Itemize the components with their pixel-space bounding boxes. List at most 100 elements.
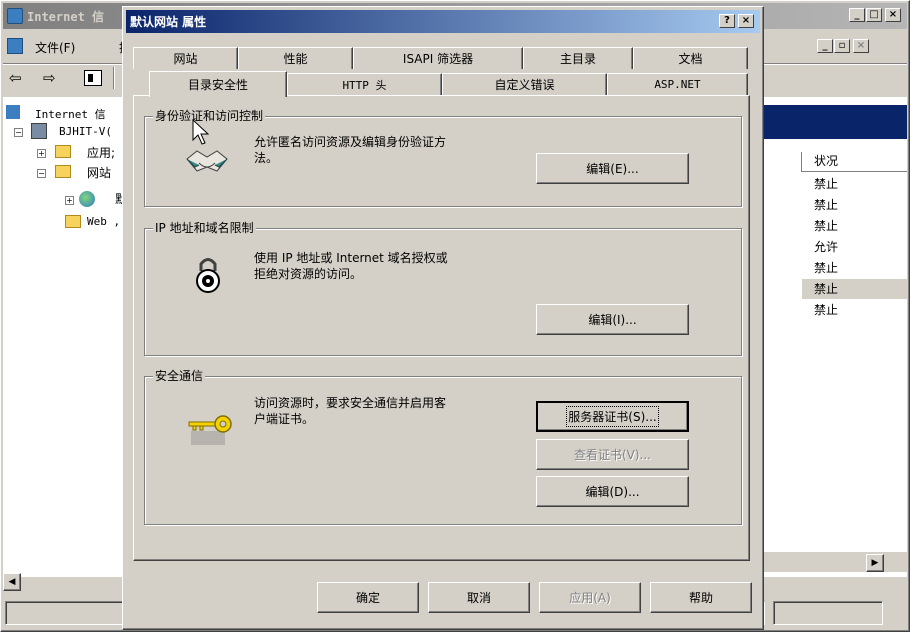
server-certificate-button[interactable]: 服务器证书(S)... [536, 401, 689, 432]
secure-edit-button[interactable]: 编辑(D)... [536, 476, 689, 507]
menu-file[interactable]: 文件(F) [35, 39, 75, 56]
status-cell: 禁止 [814, 177, 839, 191]
horizontal-scrollbar[interactable]: ▶ [756, 552, 907, 572]
minimize-button[interactable]: _ [849, 8, 865, 22]
view-certificate-button[interactable]: 查看证书(V)... [536, 439, 689, 470]
ip-group-title: IP 地址和域名限制 [153, 221, 256, 235]
table-row[interactable]: 禁止 [802, 216, 907, 236]
dialog-close-button[interactable]: × [738, 14, 754, 28]
tab-label: ASP.NET [654, 78, 701, 91]
list-pane[interactable]: 状况 禁止 禁止 禁止 允许 禁止 禁止 禁止 [756, 97, 907, 577]
status-header-label: 状况 [814, 154, 839, 168]
folder-icon [55, 145, 71, 158]
expand-icon[interactable]: + [37, 149, 46, 158]
secure-group-title: 安全通信 [153, 369, 206, 383]
secure-desc-line1: 访问资源时，要求安全通信并启用客 [254, 396, 447, 410]
key-icon [187, 409, 239, 449]
button-label: 编辑(D)... [585, 485, 640, 499]
tree-server[interactable]: BJHIT-V( [59, 125, 112, 138]
table-row[interactable]: 允许 [802, 237, 907, 257]
tab-website[interactable]: 网站 [133, 47, 238, 69]
globe-icon [79, 191, 95, 207]
scroll-left-button[interactable]: ◀ [3, 573, 21, 591]
help-button[interactable]: ? [719, 14, 735, 28]
ok-button[interactable]: 确定 [317, 582, 419, 613]
auth-desc-line2: 法。 [254, 151, 279, 165]
tab-http-headers[interactable]: HTTP 头 [287, 73, 442, 95]
button-label: 服务器证书(S)... [566, 406, 659, 427]
table-row[interactable]: 禁止 [802, 279, 907, 299]
table-row[interactable]: 禁止 [802, 174, 907, 194]
cancel-button[interactable]: 取消 [428, 582, 530, 613]
secure-desc-line2: 户端证书。 [254, 412, 315, 426]
main-window-title: Internet 信 [27, 10, 105, 24]
auth-description: 允许匿名访问资源及编辑身份验证方 法。 [254, 134, 534, 166]
scroll-right-button[interactable]: ▶ [866, 554, 884, 572]
status-bar-panel [773, 601, 883, 625]
collapse-icon[interactable]: − [14, 128, 23, 137]
tab-asp-net[interactable]: ASP.NET [607, 73, 748, 95]
tab-label: 文档 [678, 52, 703, 66]
table-row[interactable]: 禁止 [802, 195, 907, 215]
tab-custom-errors[interactable]: 自定义错误 [442, 73, 607, 95]
tree-websites[interactable]: 网站 [87, 164, 111, 181]
tab-label: 主目录 [559, 52, 596, 66]
tree-app-pools[interactable]: 应用; [87, 144, 115, 161]
tree-root[interactable]: Internet 信 [35, 106, 106, 122]
auth-edit-button[interactable]: 编辑(E)... [536, 153, 689, 184]
status-cell: 禁止 [814, 198, 839, 212]
expand-icon[interactable]: + [65, 196, 74, 205]
ip-edit-button[interactable]: 编辑(I)... [536, 304, 689, 335]
child-minimize-button[interactable]: _ [817, 39, 833, 53]
ip-description: 使用 IP 地址或 Internet 域名授权或 拒绝对资源的访问。 [254, 250, 554, 282]
status-cell: 禁止 [814, 261, 839, 275]
close-button[interactable]: × [885, 8, 901, 22]
server-icon [31, 123, 47, 139]
back-arrow-icon[interactable]: ⇦ [9, 69, 22, 87]
collapse-icon[interactable]: − [37, 169, 46, 178]
tab-label: 目录安全性 [187, 78, 248, 92]
tab-label: HTTP 头 [342, 78, 387, 92]
help-glyph: ? [724, 15, 730, 26]
status-cell: 禁止 [814, 282, 839, 296]
button-label: 帮助 [688, 591, 713, 605]
mouse-cursor-icon [192, 118, 212, 147]
button-label: 确定 [355, 591, 380, 605]
apply-button[interactable]: 应用(A) [539, 582, 641, 613]
tab-label: 性能 [283, 52, 308, 66]
tab-label: ISAPI 筛选器 [402, 52, 474, 66]
tab-documents[interactable]: 文档 [633, 47, 748, 69]
auth-desc-line1: 允许匿名访问资源及编辑身份验证方 [254, 135, 447, 149]
help-footer-button[interactable]: 帮助 [650, 582, 752, 613]
tab-directory-security[interactable]: 目录安全性 [149, 71, 287, 97]
tab-performance[interactable]: 性能 [238, 47, 353, 69]
tab-label: 自定义错误 [494, 78, 555, 92]
child-close-button[interactable]: × [853, 39, 869, 53]
dialog-title: 默认网站 属性 [130, 15, 207, 29]
folder-icon [65, 215, 81, 228]
show-hide-tree-icon[interactable] [84, 70, 102, 86]
folder-icon [55, 165, 71, 178]
tree-pane[interactable]: Internet 信 − BJHIT-V( + 应用; − 网站 + 默 Web… [3, 97, 131, 577]
iis-root-icon [6, 105, 20, 119]
padlock-icon [194, 255, 222, 293]
button-label: 编辑(E)... [586, 162, 639, 176]
properties-dialog: 默认网站 属性 ? × 网站 性能 ISAPI 筛选器 主目录 文档 目录安全性… [122, 6, 764, 630]
ip-group: IP 地址和域名限制 [144, 221, 742, 356]
table-row[interactable]: 禁止 [802, 300, 907, 320]
status-column-header[interactable]: 状况 [801, 152, 907, 172]
child-restore-button[interactable]: ▫ [834, 39, 850, 53]
tree-web-ext[interactable]: Web , [87, 215, 120, 228]
status-cell: 禁止 [814, 303, 839, 317]
table-row[interactable]: 禁止 [802, 258, 907, 278]
tab-label: 网站 [173, 52, 198, 66]
button-label: 取消 [466, 591, 491, 605]
status-cell: 禁止 [814, 219, 839, 233]
status-cell: 允许 [814, 240, 839, 254]
maximize-button[interactable]: □ [866, 8, 882, 22]
tab-isapi-filters[interactable]: ISAPI 筛选器 [353, 47, 523, 69]
ip-desc-line2: 拒绝对资源的访问。 [254, 267, 363, 281]
tab-home-directory[interactable]: 主目录 [523, 47, 633, 69]
forward-arrow-icon[interactable]: ⇨ [43, 69, 56, 87]
ip-desc-line1: 使用 IP 地址或 Internet 域名授权或 [254, 251, 448, 265]
